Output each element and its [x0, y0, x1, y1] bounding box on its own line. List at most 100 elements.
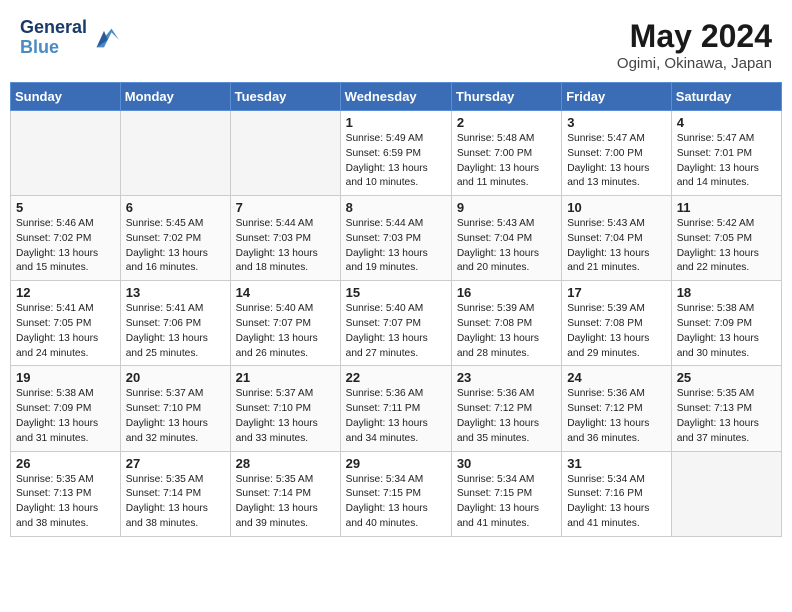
day-number: 25 [677, 370, 776, 385]
day-number: 18 [677, 285, 776, 300]
day-cell: 3 Sunrise: 5:47 AM Sunset: 7:00 PM Daylig… [562, 111, 671, 196]
day-info: Sunrise: 5:47 AM Sunset: 7:00 PM Dayligh… [567, 132, 665, 191]
day-number: 24 [567, 370, 665, 385]
day-number: 10 [567, 200, 665, 215]
day-number: 9 [457, 200, 556, 215]
day-info: Sunrise: 5:35 AM Sunset: 7:13 PM Dayligh… [677, 387, 776, 446]
week-row-1: 1 Sunrise: 5:49 AM Sunset: 6:59 PM Daylig… [11, 111, 782, 196]
day-number: 20 [126, 370, 225, 385]
day-info: Sunrise: 5:40 AM Sunset: 7:07 PM Dayligh… [236, 302, 335, 361]
weekday-header-saturday: Saturday [671, 83, 781, 111]
day-cell: 2Sunrise: 5:48 AM Sunset: 7:00 PM Daylig… [451, 111, 561, 196]
day-cell: 21Sunrise: 5:37 AM Sunset: 7:10 PM Dayli… [230, 366, 340, 451]
day-cell [230, 111, 340, 196]
day-cell: 25 Sunrise: 5:35 AM Sunset: 7:13 PM Dayli… [671, 366, 781, 451]
logo-icon [89, 23, 119, 53]
day-number: 13 [126, 285, 225, 300]
day-cell: 19 Sunrise: 5:38 AM Sunset: 7:09 PM Dayli… [11, 366, 121, 451]
day-number: 27 [126, 456, 225, 471]
day-number: 4 [677, 115, 776, 130]
month-title: May 2024 [617, 18, 772, 55]
day-info: Sunrise: 5:47 AM Sunset: 7:01 PM Dayligh… [677, 132, 776, 191]
day-cell [671, 451, 781, 536]
day-cell: 23 Sunrise: 5:36 AM Sunset: 7:12 PM Dayli… [451, 366, 561, 451]
day-number: 6 [126, 200, 225, 215]
day-info: Sunrise: 5:45 AM Sunset: 7:02 PM Dayligh… [126, 217, 225, 276]
day-cell: 17Sunrise: 5:39 AM Sunset: 7:08 PM Dayli… [562, 281, 671, 366]
day-info: Sunrise: 5:40 AM Sunset: 7:07 PM Dayligh… [346, 302, 446, 361]
day-number: 29 [346, 456, 446, 471]
day-info: Sunrise: 5:42 AM Sunset: 7:05 PM Dayligh… [677, 217, 776, 276]
day-number: 16 [457, 285, 556, 300]
weekday-header-thursday: Thursday [451, 83, 561, 111]
day-info: Sunrise: 5:37 AM Sunset: 7:10 PM Dayligh… [126, 387, 225, 446]
day-number: 3 [567, 115, 665, 130]
day-number: 12 [16, 285, 115, 300]
day-number: 11 [677, 200, 776, 215]
day-info: Sunrise: 5:44 AM Sunset: 7:03 PM Dayligh… [236, 217, 335, 276]
day-info: Sunrise: 5:35 AM Sunset: 7:14 PM Dayligh… [236, 473, 335, 532]
day-cell: 9 Sunrise: 5:43 AM Sunset: 7:04 PM Daylig… [451, 196, 561, 281]
day-cell: 16 Sunrise: 5:39 AM Sunset: 7:08 PM Dayli… [451, 281, 561, 366]
day-cell: 11 Sunrise: 5:42 AM Sunset: 7:05 PM Dayli… [671, 196, 781, 281]
day-cell: 12 Sunrise: 5:41 AM Sunset: 7:05 PM Dayli… [11, 281, 121, 366]
week-row-4: 19 Sunrise: 5:38 AM Sunset: 7:09 PM Dayli… [11, 366, 782, 451]
day-number: 26 [16, 456, 115, 471]
day-cell [11, 111, 121, 196]
location-title: Ogimi, Okinawa, Japan [617, 55, 772, 72]
day-cell: 20 Sunrise: 5:37 AM Sunset: 7:10 PM Dayli… [120, 366, 230, 451]
day-number: 21 [236, 370, 335, 385]
day-info: Sunrise: 5:41 AM Sunset: 7:05 PM Dayligh… [16, 302, 115, 361]
weekday-header-tuesday: Tuesday [230, 83, 340, 111]
day-number: 19 [16, 370, 115, 385]
day-number: 8 [346, 200, 446, 215]
day-number: 28 [236, 456, 335, 471]
week-row-5: 26 Sunrise: 5:35 AM Sunset: 7:13 PM Dayli… [11, 451, 782, 536]
day-cell: 8 Sunrise: 5:44 AM Sunset: 7:03 PM Daylig… [340, 196, 451, 281]
day-cell: 26 Sunrise: 5:35 AM Sunset: 7:13 PM Dayli… [11, 451, 121, 536]
day-info: Sunrise: 5:35 AM Sunset: 7:14 PM Dayligh… [126, 473, 225, 532]
day-cell: 4 Sunrise: 5:47 AM Sunset: 7:01 PM Daylig… [671, 111, 781, 196]
weekday-header-sunday: Sunday [11, 83, 121, 111]
day-number: 23 [457, 370, 556, 385]
weekday-header-row: SundayMondayTuesdayWednesdayThursdayFrid… [11, 83, 782, 111]
week-row-3: 12 Sunrise: 5:41 AM Sunset: 7:05 PM Dayli… [11, 281, 782, 366]
day-info: Sunrise: 5:34 AM Sunset: 7:16 PM Dayligh… [567, 473, 665, 532]
day-cell [120, 111, 230, 196]
day-cell: 29 Sunrise: 5:34 AM Sunset: 7:15 PM Dayli… [340, 451, 451, 536]
day-info: Sunrise: 5:36 AM Sunset: 7:12 PM Dayligh… [457, 387, 556, 446]
day-number: 31 [567, 456, 665, 471]
day-info: Sunrise: 5:46 AM Sunset: 7:02 PM Dayligh… [16, 217, 115, 276]
day-number: 2 [457, 115, 556, 130]
day-info: Sunrise: 5:44 AM Sunset: 7:03 PM Dayligh… [346, 217, 446, 276]
day-info: Sunrise: 5:43 AM Sunset: 7:04 PM Dayligh… [457, 217, 556, 276]
day-info: Sunrise: 5:35 AM Sunset: 7:13 PM Dayligh… [16, 473, 115, 532]
day-info: Sunrise: 5:39 AM Sunset: 7:08 PM Dayligh… [457, 302, 556, 361]
day-number: 1 [346, 115, 446, 130]
weekday-header-wednesday: Wednesday [340, 83, 451, 111]
day-info: Sunrise: 5:38 AM Sunset: 7:09 PM Dayligh… [16, 387, 115, 446]
day-info: Sunrise: 5:34 AM Sunset: 7:15 PM Dayligh… [346, 473, 446, 532]
day-cell: 30 Sunrise: 5:34 AM Sunset: 7:15 PM Dayli… [451, 451, 561, 536]
day-cell: 5Sunrise: 5:46 AM Sunset: 7:02 PM Daylig… [11, 196, 121, 281]
day-info: Sunrise: 5:34 AM Sunset: 7:15 PM Dayligh… [457, 473, 556, 532]
day-number: 22 [346, 370, 446, 385]
day-number: 15 [346, 285, 446, 300]
day-cell: 18 Sunrise: 5:38 AM Sunset: 7:09 PM Dayli… [671, 281, 781, 366]
day-number: 7 [236, 200, 335, 215]
day-info: Sunrise: 5:49 AM Sunset: 6:59 PM Dayligh… [346, 132, 446, 191]
day-info: Sunrise: 5:39 AM Sunset: 7:08 PM Dayligh… [567, 302, 665, 361]
calendar-table: SundayMondayTuesdayWednesdayThursdayFrid… [10, 82, 782, 537]
day-info: Sunrise: 5:41 AM Sunset: 7:06 PM Dayligh… [126, 302, 225, 361]
day-number: 30 [457, 456, 556, 471]
day-cell: 10Sunrise: 5:43 AM Sunset: 7:04 PM Dayli… [562, 196, 671, 281]
week-row-2: 5Sunrise: 5:46 AM Sunset: 7:02 PM Daylig… [11, 196, 782, 281]
day-cell: 31 Sunrise: 5:34 AM Sunset: 7:16 PM Dayli… [562, 451, 671, 536]
day-cell: 28 Sunrise: 5:35 AM Sunset: 7:14 PM Dayli… [230, 451, 340, 536]
day-info: Sunrise: 5:38 AM Sunset: 7:09 PM Dayligh… [677, 302, 776, 361]
day-cell: 22Sunrise: 5:36 AM Sunset: 7:11 PM Dayli… [340, 366, 451, 451]
day-cell: 7 Sunrise: 5:44 AM Sunset: 7:03 PM Daylig… [230, 196, 340, 281]
weekday-header-friday: Friday [562, 83, 671, 111]
day-cell: 14Sunrise: 5:40 AM Sunset: 7:07 PM Dayli… [230, 281, 340, 366]
day-cell: 24Sunrise: 5:36 AM Sunset: 7:12 PM Dayli… [562, 366, 671, 451]
